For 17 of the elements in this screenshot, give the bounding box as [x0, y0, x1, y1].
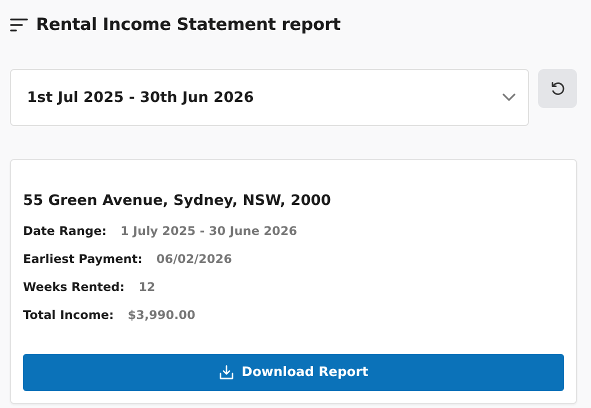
- field-value: 06/02/2026: [156, 252, 232, 266]
- undo-icon: [550, 80, 566, 96]
- field-label: Weeks Rented:: [23, 280, 125, 294]
- property-address: 55 Green Avenue, Sydney, NSW, 2000: [23, 192, 332, 211]
- field-value: 1 July 2025 - 30 June 2026: [120, 224, 298, 238]
- field-label: Total Income:: [23, 308, 114, 322]
- field-value: 12: [138, 280, 156, 294]
- field-value: $3,990.00: [128, 308, 196, 322]
- field-label: Earliest Payment:: [23, 252, 142, 266]
- date-range-select[interactable]: 1st Jul 2025 - 30th Jun 2026: [10, 69, 529, 126]
- field-label: Date Range:: [23, 224, 107, 238]
- sort-icon[interactable]: [10, 18, 28, 32]
- reset-button[interactable]: [538, 69, 577, 108]
- page-title: Rental Income Statement report: [36, 15, 341, 35]
- download-icon: [218, 365, 234, 380]
- chevron-down-icon: [502, 93, 516, 102]
- download-button[interactable]: Download Report: [23, 354, 564, 391]
